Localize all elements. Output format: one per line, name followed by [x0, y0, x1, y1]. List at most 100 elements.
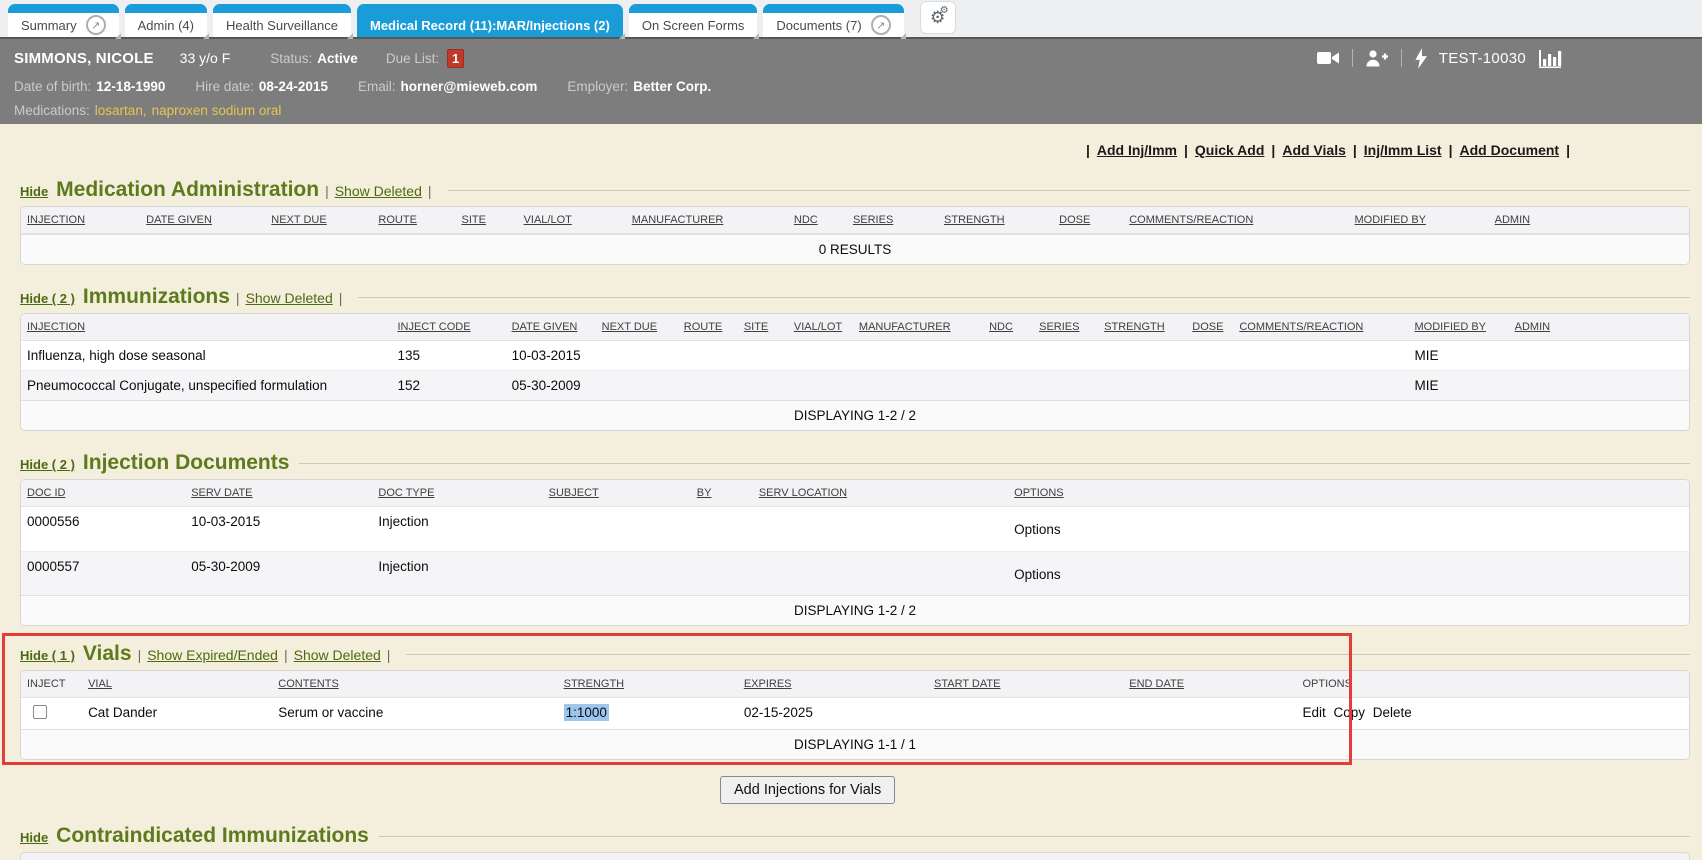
add-inj-imm-link[interactable]: Add Inj/Imm [1097, 142, 1177, 158]
doc-type-cell: Injection [372, 551, 542, 595]
delete-link[interactable]: Delete [1373, 705, 1412, 720]
medication-link-naproxen[interactable]: naproxen sodium oral [152, 103, 282, 118]
column-header-end-date[interactable]: END DATE [1123, 671, 1296, 698]
open-in-new-window-icon[interactable]: ↗ [86, 15, 106, 35]
column-header-ndc[interactable]: NDC [788, 207, 847, 234]
show-deleted-link[interactable]: Show Deleted [246, 290, 333, 306]
tab-documents[interactable]: Documents (7) ↗ [763, 4, 903, 37]
column-header-injection[interactable]: INJECTION [21, 853, 215, 860]
person-add-icon[interactable] [1365, 48, 1389, 68]
medication-link-losartan[interactable]: losartan [95, 103, 143, 118]
column-header-doc-type[interactable]: DOC TYPE [372, 480, 542, 507]
column-header-site[interactable]: SITE [456, 207, 518, 234]
column-header-ndc[interactable]: NDC [983, 314, 1033, 341]
bar-chart-icon[interactable] [1538, 48, 1562, 68]
show-expired-ended-link[interactable]: Show Expired/Ended [147, 647, 278, 663]
add-vials-link[interactable]: Add Vials [1282, 142, 1346, 158]
hide-toggle-link[interactable]: Hide ( 1 ) [20, 648, 75, 663]
column-header-route[interactable]: ROUTE [372, 207, 455, 234]
column-header-manufacturer[interactable]: MANUFACTURER [853, 314, 983, 341]
show-deleted-link[interactable]: Show Deleted [294, 647, 381, 663]
doc-id-cell: 0000556 [21, 507, 185, 551]
quick-add-link[interactable]: Quick Add [1195, 142, 1265, 158]
separator: | [1449, 142, 1453, 158]
column-header-date-entered[interactable]: DATE ENTERED [215, 853, 482, 860]
edit-link[interactable]: Edit [1302, 705, 1325, 720]
column-header-options[interactable]: OPTIONS [1008, 480, 1689, 507]
results-count: 0 RESULTS [21, 234, 1689, 264]
due-list-badge[interactable]: 1 [447, 49, 464, 68]
column-header-manufacturer[interactable]: MANUFACTURER [626, 207, 788, 234]
video-camera-icon[interactable] [1316, 49, 1340, 67]
column-header-next-due[interactable]: NEXT DUE [265, 207, 372, 234]
show-deleted-link[interactable]: Show Deleted [335, 183, 422, 199]
column-header-by[interactable]: BY [691, 480, 753, 507]
column-header-series[interactable]: SERIES [1033, 314, 1098, 341]
column-header-injection[interactable]: INJECTION [21, 314, 391, 341]
column-header-dose[interactable]: DOSE [1053, 207, 1123, 234]
column-header-contraindication[interactable]: CONTRAINDICATION [483, 853, 820, 860]
column-header-serv-date[interactable]: SERV DATE [185, 480, 372, 507]
column-header-date-given[interactable]: DATE GIVEN [140, 207, 265, 234]
column-header-inject: INJECT [21, 671, 82, 698]
tab-summary[interactable]: Summary ↗ [8, 4, 119, 37]
open-in-new-window-icon[interactable]: ↗ [871, 15, 891, 35]
column-header-vial-lot[interactable]: VIAL/LOT [518, 207, 626, 234]
tab-on-screen-forms[interactable]: On Screen Forms [629, 4, 758, 37]
section-header: Hide ( 2 ) Immunizations | Show Deleted … [20, 285, 1690, 309]
column-header-comments-reaction[interactable]: COMMENTS/REACTION [1233, 314, 1408, 341]
column-header-subject[interactable]: SUBJECT [543, 480, 691, 507]
column-header-vial-lot[interactable]: VIAL/LOT [788, 314, 853, 341]
paging-status: DISPLAYING 1-1 / 1 [21, 729, 1689, 759]
column-header-modified-by[interactable]: MODIFIED BY [1409, 314, 1509, 341]
options-link[interactable]: Options [1008, 551, 1689, 595]
inj-imm-list-link[interactable]: Inj/Imm List [1364, 142, 1442, 158]
copy-link[interactable]: Copy [1333, 705, 1365, 720]
status-label: Status: [270, 51, 312, 66]
tab-admin[interactable]: Admin (4) [125, 4, 207, 37]
column-header-inject-code[interactable]: INJECT CODE [391, 314, 505, 341]
column-header-comments-reaction[interactable]: COMMENTS/REACTION [820, 853, 1203, 860]
column-header-vial[interactable]: VIAL [82, 671, 272, 698]
hide-toggle-link[interactable]: Hide ( 2 ) [20, 291, 75, 306]
hide-toggle-link[interactable]: Hide ( 2 ) [20, 457, 75, 472]
medication-administration-table: INJECTION DATE GIVEN NEXT DUE ROUTE SITE… [20, 206, 1690, 265]
column-header-admin[interactable]: ADMIN [1509, 314, 1689, 341]
hide-toggle-link[interactable]: Hide [20, 184, 48, 199]
tab-medical-record-mar-injections[interactable]: Medical Record (11):MAR/Injections (2) [357, 4, 623, 37]
column-header-strength[interactable]: STRENGTH [938, 207, 1053, 234]
column-header-doc-id[interactable]: DOC ID [21, 480, 185, 507]
settings-button[interactable]: ⚙ ⚙ [920, 1, 956, 34]
tab-health-surveillance[interactable]: Health Surveillance [213, 4, 351, 37]
column-header-route[interactable]: ROUTE [678, 314, 738, 341]
separator: | [1353, 142, 1357, 158]
column-header-admin[interactable]: ADMIN [1431, 853, 1689, 860]
column-header-strength[interactable]: STRENGTH [558, 671, 738, 698]
column-header-start-date[interactable]: START DATE [928, 671, 1123, 698]
column-header-expires[interactable]: EXPIRES [738, 671, 928, 698]
inject-checkbox[interactable] [33, 705, 47, 719]
column-header-series[interactable]: SERIES [847, 207, 938, 234]
column-header-dose[interactable]: DOSE [1186, 314, 1233, 341]
options-link[interactable]: Options [1008, 507, 1689, 551]
divider [1352, 49, 1353, 67]
column-header-strength[interactable]: STRENGTH [1098, 314, 1186, 341]
table-row: 0000557 05-30-2009 Injection Options [21, 551, 1689, 595]
add-document-link[interactable]: Add Document [1460, 142, 1560, 158]
section-medication-administration: Hide Medication Administration | Show De… [20, 178, 1690, 265]
column-header-next-due[interactable]: NEXT DUE [596, 314, 678, 341]
column-header-contents[interactable]: CONTENTS [272, 671, 557, 698]
paging-status: DISPLAYING 1-2 / 2 [21, 400, 1689, 430]
add-injections-for-vials-button[interactable]: Add Injections for Vials [720, 776, 895, 804]
column-header-modified-by[interactable]: MODIFIED BY [1349, 207, 1489, 234]
column-header-date-given[interactable]: DATE GIVEN [506, 314, 596, 341]
column-header-modified-by[interactable]: MODIFIED BY [1203, 853, 1430, 860]
column-header-comments-reaction[interactable]: COMMENTS/REACTION [1123, 207, 1348, 234]
hide-toggle-link[interactable]: Hide [20, 830, 48, 845]
column-header-serv-location[interactable]: SERV LOCATION [753, 480, 1008, 507]
column-header-admin[interactable]: ADMIN [1489, 207, 1689, 234]
lightning-icon[interactable] [1414, 48, 1427, 69]
column-header-injection[interactable]: INJECTION [21, 207, 140, 234]
column-header-site[interactable]: SITE [738, 314, 788, 341]
paging-status: DISPLAYING 1-2 / 2 [21, 595, 1689, 625]
